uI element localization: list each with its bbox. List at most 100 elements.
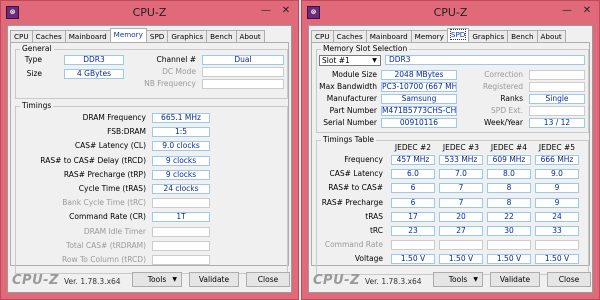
dropdown-arrow-icon: ▼ bbox=[172, 276, 177, 283]
minimize-button[interactable]: — bbox=[257, 4, 275, 18]
column-header: JEDEC #5 bbox=[538, 143, 576, 152]
table-row-label: Voltage bbox=[354, 254, 383, 264]
timing-label: Command Rate (CR) bbox=[69, 212, 146, 222]
title-bar[interactable]: ⊗ CPU-Z — ✕ bbox=[1, 1, 298, 25]
validate-button[interactable]: Validate bbox=[490, 272, 540, 287]
timings-table-group: Timings Table JEDEC #2 JEDEC #3 JEDEC #4 JE… bbox=[316, 135, 589, 275]
manufacturer-value: Samsung bbox=[381, 94, 457, 104]
size-label: Size bbox=[26, 69, 42, 78]
memory-slot-group: Memory Slot Selection Slot #1 ▼ DDR3 Mod… bbox=[316, 44, 589, 133]
channel-value: Dual bbox=[202, 55, 284, 65]
timing-label: FSB:DRAM bbox=[107, 127, 146, 137]
table-cell: 533 MHz bbox=[439, 155, 483, 165]
table-cell bbox=[439, 240, 483, 251]
table-cell: 7.0 bbox=[439, 169, 483, 180]
cpuz-logo: CPU-Z bbox=[12, 273, 59, 288]
table-cell: 457 MHz bbox=[391, 155, 435, 165]
table-cell: 8.0 bbox=[487, 169, 531, 180]
part-number-value: M471B5773CHS-CH9 bbox=[381, 106, 457, 116]
spd-ext-value bbox=[529, 106, 585, 116]
column-header: JEDEC #2 bbox=[394, 143, 432, 152]
timing-value: 1T bbox=[152, 212, 210, 223]
footer: CPU-Z Ver. 1.78.3.x64 Tools ▼ Validate C… bbox=[309, 268, 592, 292]
table-cell: 24 bbox=[535, 211, 579, 222]
dropdown-arrow-icon: ▼ bbox=[473, 276, 478, 283]
timing-value: 9.0 clocks bbox=[152, 141, 210, 152]
tab-memory[interactable]: Memory bbox=[109, 28, 147, 43]
timings-table-title: Timings Table bbox=[321, 135, 377, 144]
table-cell: 666 MHz bbox=[535, 155, 579, 165]
timings-group-title: Timings bbox=[20, 101, 54, 110]
tab-spd[interactable]: SPD bbox=[446, 28, 470, 43]
window-client: CPU Caches Mainboard Memory SPD Graphics… bbox=[7, 25, 292, 293]
table-cell: 33 bbox=[535, 226, 579, 236]
serial-number-label: Serial Number bbox=[323, 118, 377, 127]
tab-bar: CPU Caches Mainboard Memory SPD Graphics… bbox=[10, 28, 289, 43]
memory-slot-group-title: Memory Slot Selection bbox=[321, 44, 410, 53]
window-title: CPU-Z bbox=[132, 6, 167, 19]
channel-label: Channel # bbox=[156, 55, 196, 64]
week-year-label: Week/Year bbox=[484, 118, 523, 127]
table-cell bbox=[535, 240, 579, 251]
timing-label: DRAM Frequency bbox=[82, 113, 146, 122]
title-bar[interactable]: ⊗ CPU-Z — ✕ bbox=[302, 1, 599, 25]
window-title: CPU-Z bbox=[433, 6, 468, 19]
table-cell: 609 MHz bbox=[487, 155, 531, 165]
tools-button-label: Tools bbox=[147, 275, 167, 284]
max-bandwidth-label: Max Bandwidth bbox=[319, 82, 377, 91]
table-cell bbox=[487, 240, 531, 251]
table-cell: 17 bbox=[391, 211, 435, 222]
table-cell: 7 bbox=[439, 183, 483, 194]
ranks-value: Single bbox=[529, 94, 585, 104]
table-row-label: tRAS bbox=[365, 211, 383, 221]
table-row-label: CAS# Latency bbox=[329, 169, 383, 179]
dc-mode-label: DC Mode bbox=[162, 67, 196, 76]
close-button[interactable]: Close bbox=[547, 272, 591, 287]
close-window-button[interactable]: ✕ bbox=[277, 4, 295, 18]
footer: CPU-Z Ver. 1.78.3.x64 Tools ▼ Validate C… bbox=[8, 268, 291, 292]
slot-select[interactable]: Slot #1 ▼ bbox=[319, 55, 381, 66]
timing-label: DRAM Idle Timer bbox=[83, 226, 146, 236]
tools-button-label: Tools bbox=[448, 275, 468, 284]
module-size-label: Module Size bbox=[331, 70, 377, 79]
timing-label: Total CAS# (tRDRAM) bbox=[66, 240, 146, 250]
table-cell: 23 bbox=[391, 226, 435, 236]
table-cell: 1.50 V bbox=[439, 254, 483, 265]
correction-value bbox=[529, 70, 585, 80]
spd-panel: Memory Slot Selection Slot #1 ▼ DDR3 Mod… bbox=[311, 42, 590, 275]
tools-button[interactable]: Tools ▼ bbox=[132, 272, 182, 287]
column-header: JEDEC #4 bbox=[490, 143, 528, 152]
ranks-label: Ranks bbox=[500, 94, 523, 103]
table-cell: 27 bbox=[439, 226, 483, 236]
registered-value bbox=[529, 82, 585, 92]
timing-value bbox=[152, 198, 210, 209]
table-cell: 1.50 V bbox=[487, 254, 531, 265]
timing-value: 665.1 MHz bbox=[152, 113, 210, 123]
minimize-button[interactable]: — bbox=[558, 4, 576, 18]
spd-ext-label: SPD Ext. bbox=[491, 106, 523, 115]
size-value: 4 GBytes bbox=[64, 69, 124, 79]
validate-button[interactable]: Validate bbox=[189, 272, 239, 287]
table-cell bbox=[391, 240, 435, 251]
chevron-down-icon: ▼ bbox=[372, 57, 377, 64]
nb-frequency-value bbox=[202, 79, 284, 89]
slot-select-value: Slot #1 bbox=[322, 56, 350, 65]
version-label: Ver. 1.78.3.x64 bbox=[64, 277, 121, 286]
close-button[interactable]: Close bbox=[246, 272, 290, 287]
cpuz-window-spd: ⊗ CPU-Z — ✕ CPU Caches Mainboard Memory … bbox=[301, 0, 600, 300]
table-cell: 6 bbox=[391, 183, 435, 194]
max-bandwidth-value: PC3-10700 (667 MHz) bbox=[381, 82, 457, 92]
tools-button[interactable]: Tools ▼ bbox=[433, 272, 483, 287]
table-cell: 30 bbox=[487, 226, 531, 236]
slot-type-value: DDR3 bbox=[385, 55, 585, 65]
table-cell: 6.0 bbox=[391, 169, 435, 180]
timing-label: RAS# to CAS# Delay (tRCD) bbox=[40, 155, 146, 165]
close-window-button[interactable]: ✕ bbox=[578, 4, 596, 18]
table-row-label: tRC bbox=[369, 226, 383, 235]
window-client: CPU Caches Mainboard Memory SPD Graphics… bbox=[308, 25, 593, 293]
serial-number-value: 00910116 bbox=[381, 118, 457, 128]
table-row-label: Command Rate bbox=[324, 240, 383, 250]
cpuz-window-memory: ⊗ CPU-Z — ✕ CPU Caches Mainboard Memory … bbox=[0, 0, 299, 300]
table-row-label: RAS# to CAS# bbox=[328, 183, 383, 193]
timing-value: 24 clocks bbox=[152, 184, 210, 194]
